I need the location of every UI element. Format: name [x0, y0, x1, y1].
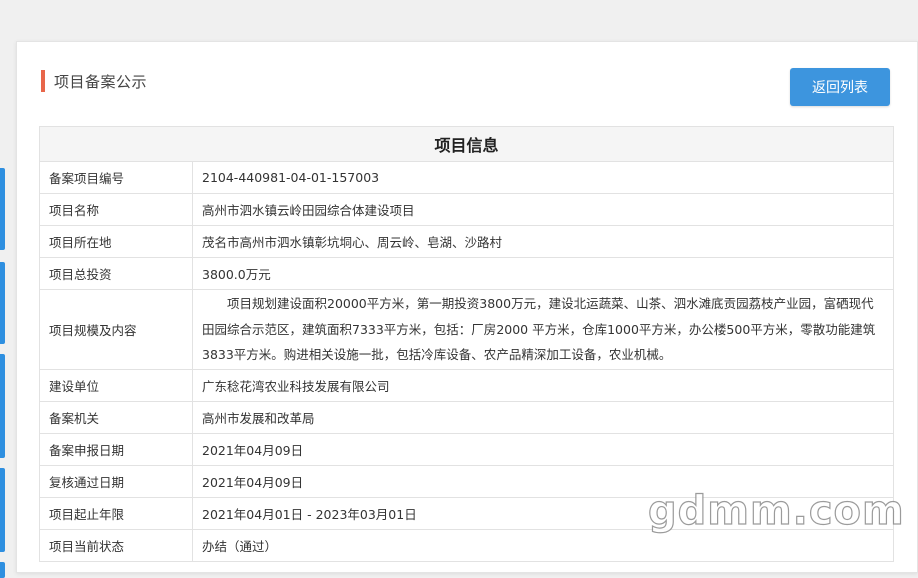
page-title: 项目备案公示 [54, 72, 148, 91]
table-row: 项目所在地 茂名市高州市泗水镇彰坑垌心、周云岭、皂湖、沙路村 [39, 225, 894, 258]
row-label: 备案机关 [39, 400, 193, 434]
side-tab[interactable] [0, 168, 5, 250]
table-row: 备案申报日期 2021年04月09日 [39, 432, 894, 466]
row-value: 3800.0万元 [192, 257, 894, 290]
row-value: 高州市发展和改革局 [192, 400, 894, 434]
row-label: 项目起止年限 [39, 496, 193, 530]
row-value: 广东稔花湾农业科技发展有限公司 [192, 368, 894, 402]
row-value: 2021年04月09日 [192, 432, 894, 466]
side-tab[interactable] [0, 562, 5, 578]
side-tab[interactable] [0, 262, 5, 344]
row-label: 建设单位 [39, 368, 193, 402]
table-row: 项目名称 高州市泗水镇云岭田园综合体建设项目 [39, 193, 894, 226]
page-title-group: 项目备案公示 [41, 69, 147, 93]
side-tab[interactable] [0, 354, 5, 458]
left-side-tabs [0, 0, 6, 578]
table-row: 项目规模及内容 项目规划建设面积20000平方米，第一期投资3800万元，建设北… [39, 289, 894, 370]
watermark-logo: gdmm.com [647, 487, 905, 534]
row-label: 项目当前状态 [39, 528, 193, 562]
row-label: 项目所在地 [39, 225, 193, 258]
table-row: 建设单位 广东稔花湾农业科技发展有限公司 [39, 368, 894, 402]
row-label: 备案项目编号 [39, 161, 193, 194]
row-value: 高州市泗水镇云岭田园综合体建设项目 [192, 193, 894, 226]
row-value: 2104-440981-04-01-157003 [192, 161, 894, 194]
table-row: 项目总投资 3800.0万元 [39, 257, 894, 290]
side-tab[interactable] [0, 468, 5, 552]
back-to-list-button[interactable]: 返回列表 [790, 68, 890, 106]
row-label: 复核通过日期 [39, 464, 193, 498]
row-label: 项目规模及内容 [39, 289, 193, 370]
table-heading: 项目信息 [39, 126, 894, 162]
table-row: 备案机关 高州市发展和改革局 [39, 400, 894, 434]
title-accent-bar [41, 70, 45, 92]
row-value: 茂名市高州市泗水镇彰坑垌心、周云岭、皂湖、沙路村 [192, 225, 894, 258]
row-label: 项目名称 [39, 193, 193, 226]
table-row: 备案项目编号 2104-440981-04-01-157003 [39, 161, 894, 194]
row-label: 项目总投资 [39, 257, 193, 290]
row-value: 项目规划建设面积20000平方米，第一期投资3800万元，建设北运蔬菜、山茶、泗… [192, 289, 894, 370]
row-label: 备案申报日期 [39, 432, 193, 466]
